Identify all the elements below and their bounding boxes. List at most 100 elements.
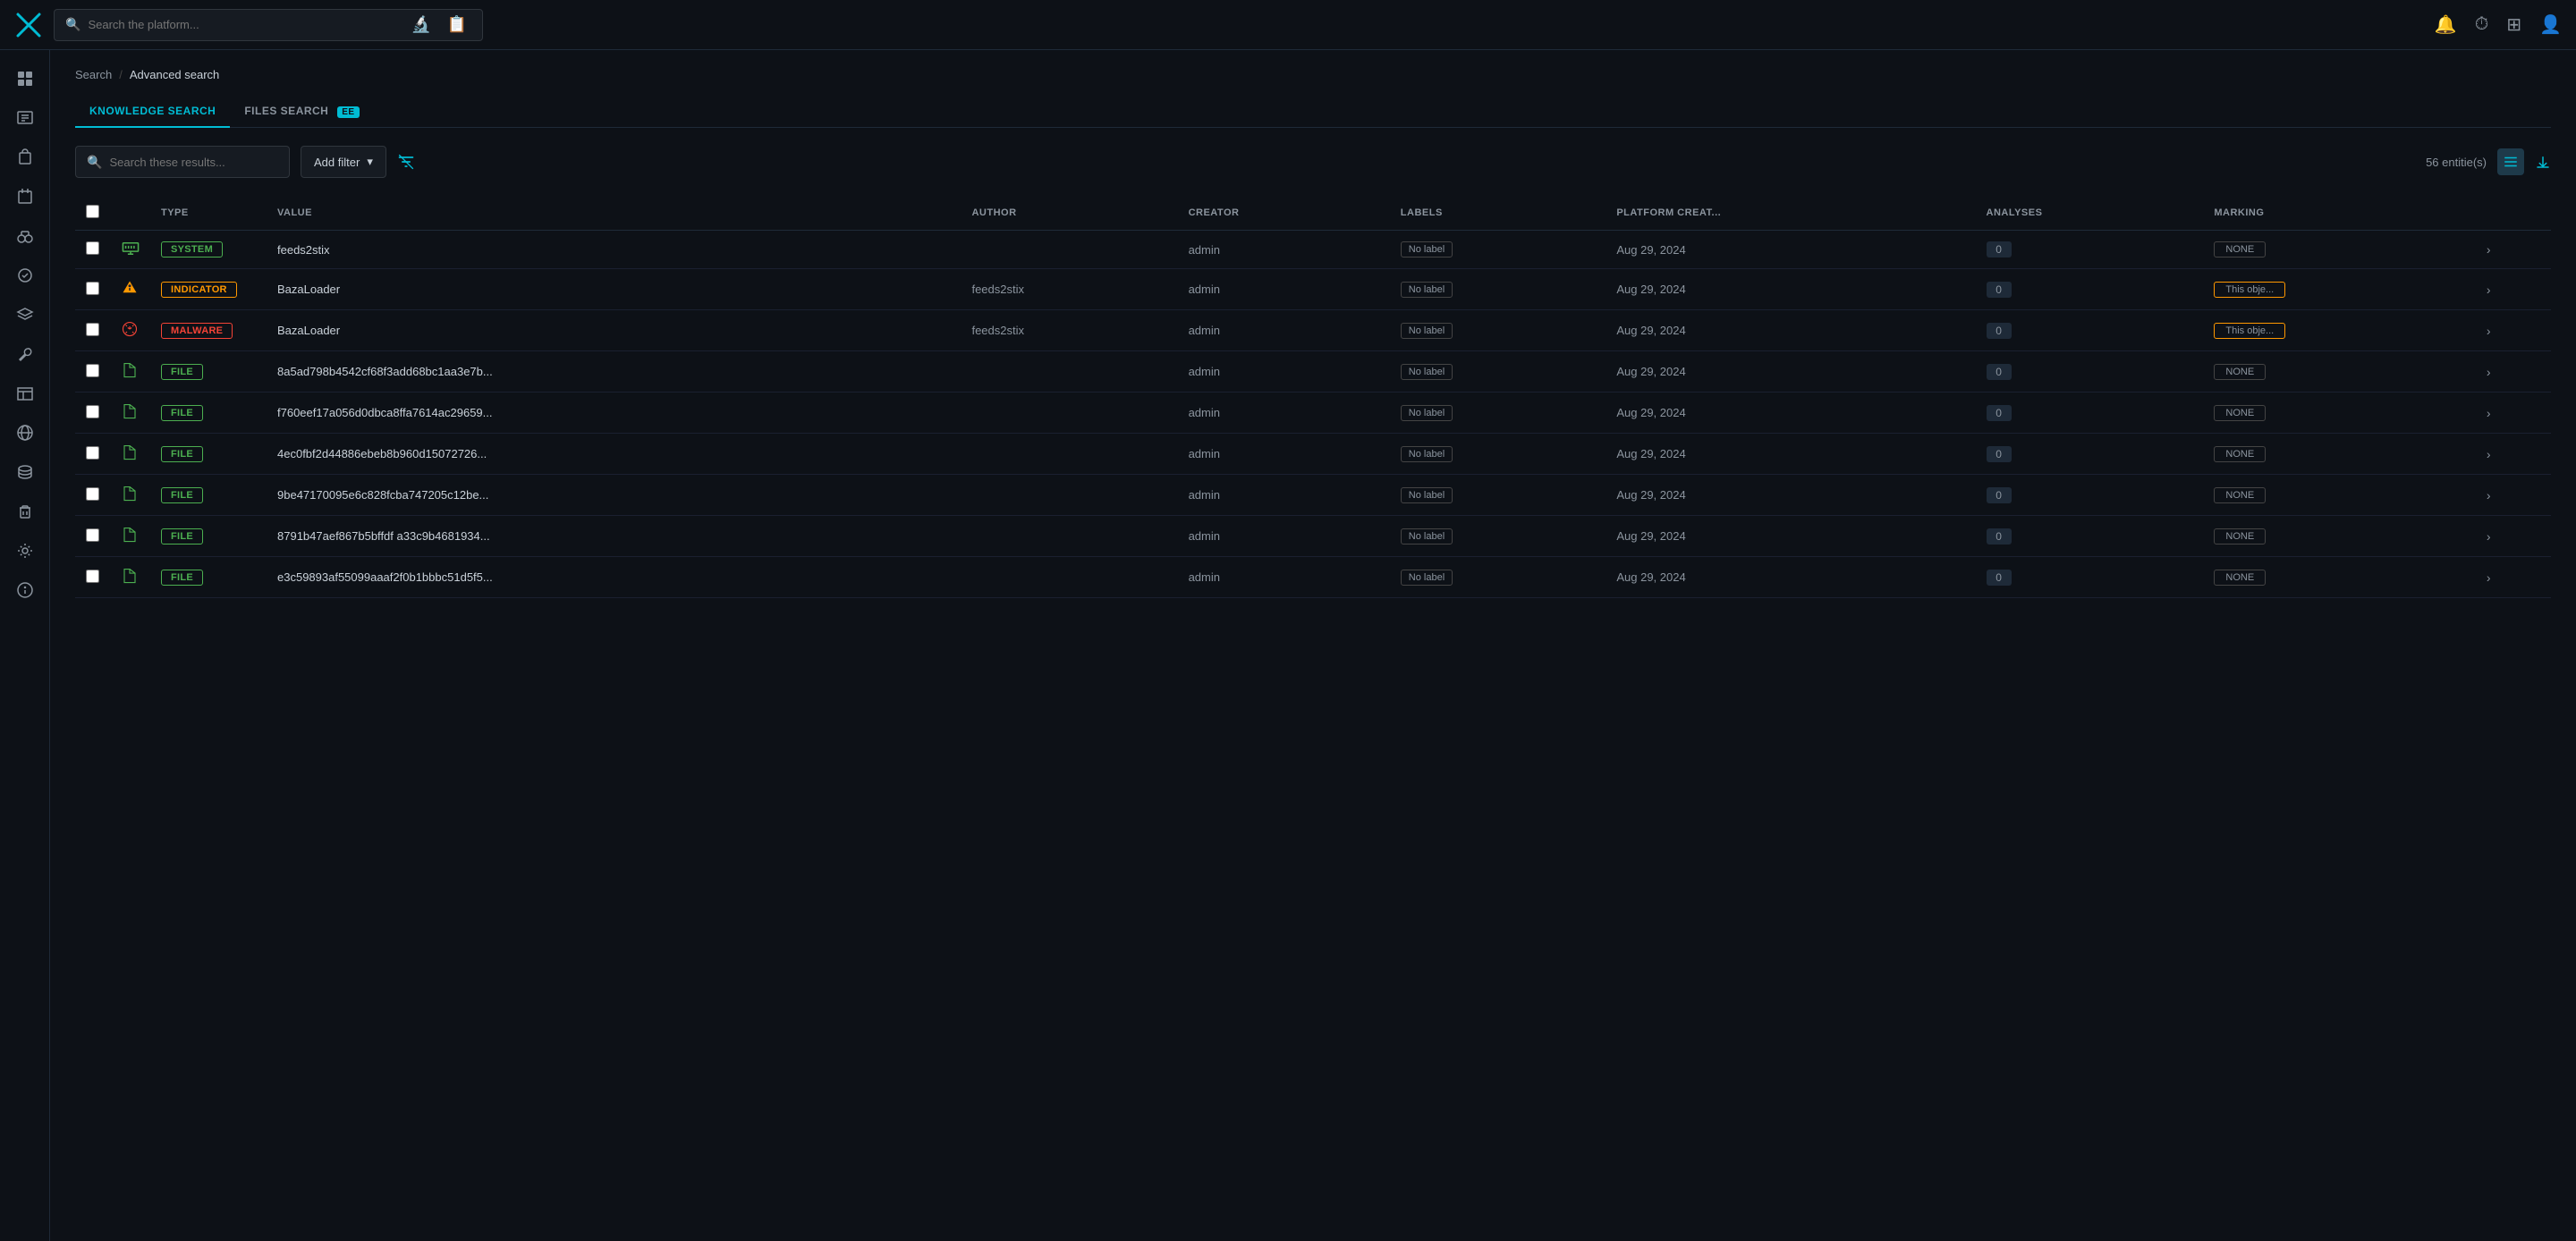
row-arrow-icon[interactable]: › [2487,488,2491,502]
header-value[interactable]: VALUE [267,196,961,231]
row-type-badge[interactable]: FILE [150,351,267,393]
header-author[interactable]: AUTHOR [961,196,1177,231]
row-checkbox[interactable] [86,405,99,418]
tab-files-search[interactable]: FILES SEARCH EE [230,96,373,128]
notifications-icon[interactable]: 🔔 [2435,13,2457,36]
clipboard-search-icon[interactable]: 📋 [443,11,471,39]
clock-icon[interactable]: ⏱ [2475,14,2489,35]
row-checkbox[interactable] [86,282,99,295]
sidebar-item-dashboard[interactable] [7,61,43,97]
row-checkbox[interactable] [86,570,99,583]
sidebar-item-cases[interactable] [7,139,43,175]
row-type-badge[interactable]: SYSTEM [150,231,267,269]
row-arrow-cell[interactable]: › [2476,310,2551,351]
row-marking[interactable]: NONE [2203,393,2475,434]
row-checkbox[interactable] [86,364,99,377]
app-logo[interactable] [14,11,43,39]
row-value[interactable]: f760eef17a056d0dbca8ffa7614ac29659... [267,393,961,434]
row-marking[interactable]: NONE [2203,516,2475,557]
header-type[interactable]: TYPE [150,196,267,231]
row-checkbox[interactable] [86,323,99,336]
row-arrow-icon[interactable]: › [2487,365,2491,379]
sidebar-item-incidents[interactable] [7,179,43,215]
row-arrow-cell[interactable]: › [2476,557,2551,598]
header-marking[interactable]: MARKING [2203,196,2475,231]
row-value[interactable]: feeds2stix [267,231,961,269]
row-labels: No label [1390,269,1606,310]
sidebar-item-globe[interactable] [7,415,43,451]
type-badge: FILE [161,487,203,503]
row-arrow-cell[interactable]: › [2476,269,2551,310]
row-marking[interactable]: NONE [2203,557,2475,598]
header-platform-created[interactable]: PLATFORM CREAT... [1606,196,1975,231]
row-marking[interactable]: NONE [2203,231,2475,269]
row-value[interactable]: 8791b47aef867b5bffdf a33c9b4681934... [267,516,961,557]
row-arrow-cell[interactable]: › [2476,231,2551,269]
row-value[interactable]: 4ec0fbf2d44886ebeb8b960d15072726... [267,434,961,475]
row-labels: No label [1390,231,1606,269]
sidebar-item-info[interactable] [7,572,43,608]
row-arrow-icon[interactable]: › [2487,283,2491,297]
row-arrow-icon[interactable]: › [2487,447,2491,461]
row-value[interactable]: BazaLoader [267,269,961,310]
header-analyses[interactable]: ANALYSES [1976,196,2204,231]
row-arrow-icon[interactable]: › [2487,406,2491,420]
sidebar-item-activity[interactable] [7,257,43,293]
row-checkbox[interactable] [86,528,99,542]
row-marking[interactable]: NONE [2203,351,2475,393]
sidebar-item-table[interactable] [7,376,43,411]
download-button[interactable] [2535,154,2551,170]
row-arrow-icon[interactable]: › [2487,324,2491,338]
sidebar-item-binoculars[interactable] [7,218,43,254]
sidebar-item-settings[interactable] [7,533,43,569]
select-all-checkbox[interactable] [86,205,99,218]
sidebar-item-layers[interactable] [7,297,43,333]
row-type-badge[interactable]: INDICATOR [150,269,267,310]
row-value[interactable]: 8a5ad798b4542cf68f3add68bc1aa3e7b... [267,351,961,393]
search-results-input[interactable] [109,156,278,169]
row-type-badge[interactable]: FILE [150,475,267,516]
row-arrow-icon[interactable]: › [2487,570,2491,585]
row-arrow-cell[interactable]: › [2476,475,2551,516]
search-results-input-container[interactable]: 🔍 [75,146,290,178]
user-avatar-icon[interactable]: 👤 [2539,13,2562,36]
row-type-badge[interactable]: FILE [150,557,267,598]
row-marking[interactable]: NONE [2203,475,2475,516]
row-value[interactable]: 9be47170095e6c828fcba747205c12be... [267,475,961,516]
global-search-bar[interactable]: 🔍 🔬 📋 [54,9,483,41]
row-arrow-cell[interactable]: › [2476,351,2551,393]
list-view-button[interactable] [2497,148,2524,175]
sidebar-item-alerts[interactable] [7,100,43,136]
row-type-badge[interactable]: FILE [150,434,267,475]
row-arrow-icon[interactable]: › [2487,242,2491,257]
header-creator[interactable]: CREATOR [1178,196,1390,231]
row-checkbox[interactable] [86,487,99,501]
add-filter-button[interactable]: Add filter ▾ [301,146,386,178]
row-checkbox-cell [75,557,111,598]
row-marking[interactable]: This obje... [2203,269,2475,310]
row-value[interactable]: BazaLoader [267,310,961,351]
row-marking[interactable]: This obje... [2203,310,2475,351]
row-type-badge[interactable]: MALWARE [150,310,267,351]
row-arrow-cell[interactable]: › [2476,393,2551,434]
row-type-badge[interactable]: FILE [150,393,267,434]
row-type-badge[interactable]: FILE [150,516,267,557]
type-badge: INDICATOR [161,282,237,298]
row-checkbox[interactable] [86,241,99,255]
global-search-input[interactable] [88,18,400,31]
apps-grid-icon[interactable]: ⊞ [2506,13,2521,36]
no-filter-icon[interactable] [397,153,415,171]
tab-knowledge-search[interactable]: KNOWLEDGE SEARCH [75,96,230,128]
sidebar-item-trash[interactable] [7,494,43,529]
row-arrow-icon[interactable]: › [2487,529,2491,544]
row-marking[interactable]: NONE [2203,434,2475,475]
sidebar-item-database[interactable] [7,454,43,490]
row-arrow-cell[interactable]: › [2476,434,2551,475]
breadcrumb-parent[interactable]: Search [75,68,112,81]
sidebar-item-tools[interactable] [7,336,43,372]
row-arrow-cell[interactable]: › [2476,516,2551,557]
header-labels[interactable]: LABELS [1390,196,1606,231]
row-checkbox[interactable] [86,446,99,460]
row-value[interactable]: e3c59893af55099aaaf2f0b1bbbc51d5f5... [267,557,961,598]
microscope-icon[interactable]: 🔬 [407,11,436,39]
